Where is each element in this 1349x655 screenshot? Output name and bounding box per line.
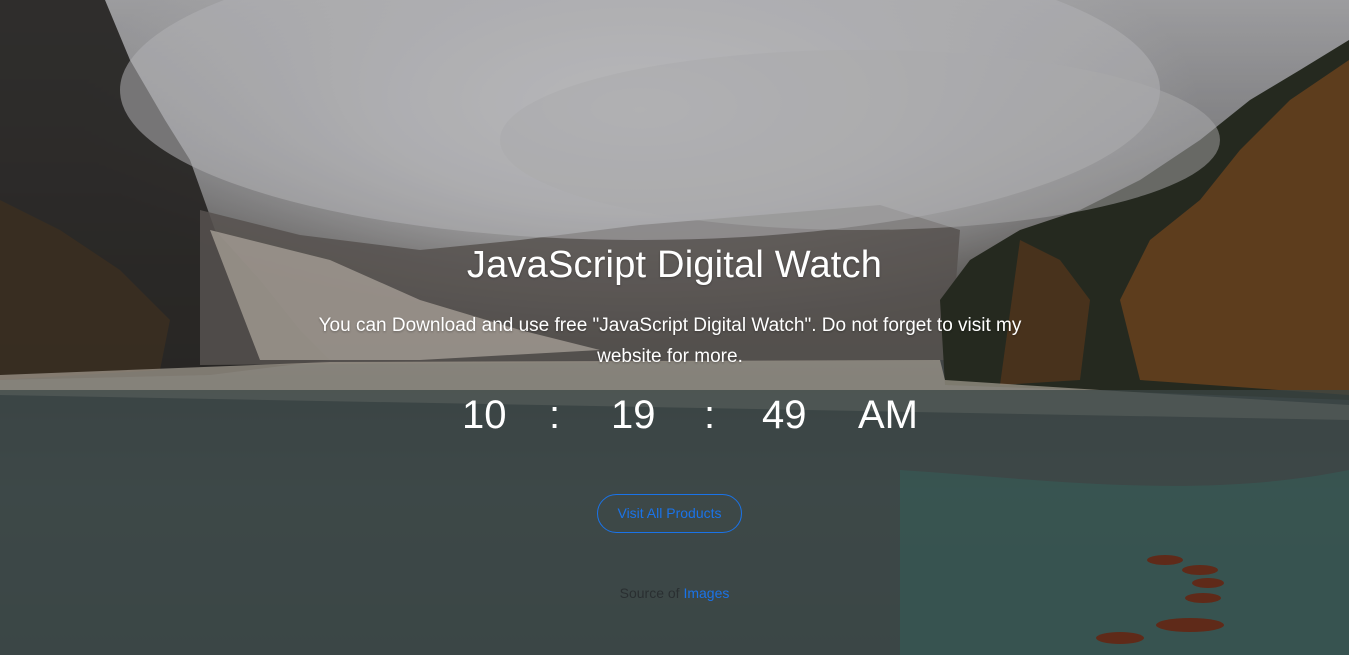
hero-content: JavaScript Digital Watch You can Downloa… (0, 0, 1349, 655)
source-prefix-text: Source of (619, 585, 684, 601)
digital-clock: 10 : 19 : 49 AM (0, 393, 1349, 443)
page-description: You can Download and use free "JavaScrip… (318, 315, 1022, 367)
image-source-credit: Source of Images (0, 585, 1349, 601)
clock-period: AM (858, 393, 918, 437)
clock-seconds: 49 (762, 393, 807, 437)
visit-all-products-button[interactable]: Visit All Products (597, 494, 742, 533)
clock-separator-1: : (549, 393, 561, 437)
clock-separator-2: : (704, 393, 716, 437)
clock-minutes: 19 (611, 393, 656, 437)
images-source-link[interactable]: Images (683, 585, 729, 601)
page-title: JavaScript Digital Watch (466, 244, 883, 286)
clock-hours: 10 (462, 393, 507, 437)
